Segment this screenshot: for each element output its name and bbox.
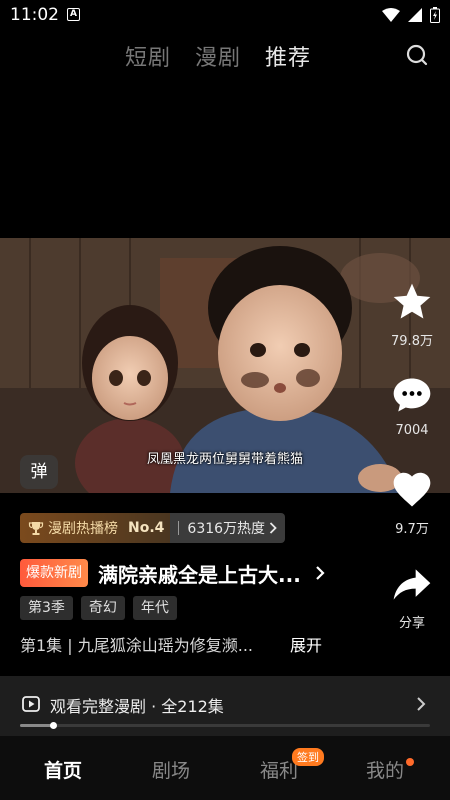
rank-divider bbox=[178, 521, 180, 535]
playback-progress[interactable] bbox=[20, 722, 430, 729]
tag-season[interactable]: 第3季 bbox=[20, 596, 73, 620]
status-time: 11:02 bbox=[10, 5, 59, 25]
share-icon[interactable] bbox=[390, 562, 434, 606]
nav-mine[interactable]: 我的 bbox=[366, 756, 404, 783]
collect-action[interactable]: 79.8万 bbox=[382, 280, 442, 349]
rank-badge[interactable]: 漫剧热播榜 No.4 6316万热度 bbox=[20, 513, 286, 543]
tag-genre-era[interactable]: 年代 bbox=[132, 596, 177, 620]
watch-full-text: 观看完整漫剧 · 全212集 bbox=[50, 697, 224, 716]
tab-short-drama[interactable]: 短剧 bbox=[125, 40, 171, 72]
top-nav: 短剧 漫剧 推荐 bbox=[0, 36, 450, 76]
chevron-right-icon bbox=[269, 522, 277, 534]
rank-heat: 6316万热度 bbox=[187, 521, 266, 537]
accessibility-icon: A bbox=[67, 8, 80, 21]
play-icon bbox=[22, 696, 40, 712]
share-action[interactable]: 分享 bbox=[382, 562, 442, 631]
search-icon[interactable] bbox=[404, 42, 430, 68]
like-count: 9.7万 bbox=[395, 522, 429, 537]
danmu-toggle-button[interactable]: 弹 bbox=[20, 455, 58, 489]
rank-label: 漫剧热播榜 bbox=[48, 521, 118, 537]
nav-theater[interactable]: 剧场 bbox=[152, 756, 190, 783]
comment-count: 7004 bbox=[395, 423, 429, 438]
signin-badge: 签到 bbox=[292, 748, 324, 766]
expand-button[interactable]: 展开 bbox=[290, 632, 322, 656]
tab-comic-drama[interactable]: 漫剧 bbox=[195, 40, 241, 72]
battery-icon bbox=[430, 7, 440, 23]
heart-icon[interactable] bbox=[390, 468, 434, 512]
rank-right: 6316万热度 bbox=[170, 513, 286, 543]
chevron-right-icon[interactable] bbox=[315, 565, 325, 581]
bottom-nav: 首页 剧场 福利 签到 我的 bbox=[0, 736, 450, 800]
progress-fill bbox=[20, 724, 53, 727]
show-title-row[interactable]: 爆款新剧 满院亲戚全是上古大... bbox=[20, 558, 325, 588]
watch-full-bar[interactable]: 观看完整漫剧 · 全212集 bbox=[0, 676, 450, 736]
hot-new-badge: 爆款新剧 bbox=[20, 559, 88, 587]
chevron-right-icon[interactable] bbox=[416, 696, 426, 712]
show-tags: 第3季 奇幻 年代 bbox=[20, 596, 177, 620]
notification-dot bbox=[406, 758, 414, 766]
nav-home[interactable]: 首页 bbox=[44, 756, 82, 783]
comment-icon[interactable] bbox=[390, 373, 434, 417]
video-subtitle: 凤凰黑龙两位舅舅带着熊猫 bbox=[146, 452, 303, 467]
signal-icon bbox=[408, 8, 422, 22]
collect-count: 79.8万 bbox=[391, 334, 433, 349]
star-icon[interactable] bbox=[390, 280, 434, 324]
progress-knob[interactable] bbox=[49, 722, 57, 729]
wifi-icon bbox=[382, 8, 400, 22]
rank-left: 漫剧热播榜 No.4 bbox=[20, 513, 171, 543]
tag-genre-fantasy[interactable]: 奇幻 bbox=[80, 596, 125, 620]
like-action[interactable]: 9.7万 bbox=[382, 468, 442, 537]
episode-description: 第1集 | 九尾狐涂山瑶为修复濒... bbox=[20, 636, 254, 655]
rank-number: No.4 bbox=[128, 520, 165, 536]
comment-action[interactable]: 7004 bbox=[382, 373, 442, 438]
tab-recommend[interactable]: 推荐 bbox=[265, 40, 311, 72]
status-icons bbox=[382, 7, 440, 23]
status-bar: 11:02 A bbox=[0, 0, 450, 30]
trophy-icon bbox=[28, 522, 44, 535]
share-label: 分享 bbox=[398, 616, 425, 631]
show-title[interactable]: 满院亲戚全是上古大... bbox=[98, 559, 301, 588]
